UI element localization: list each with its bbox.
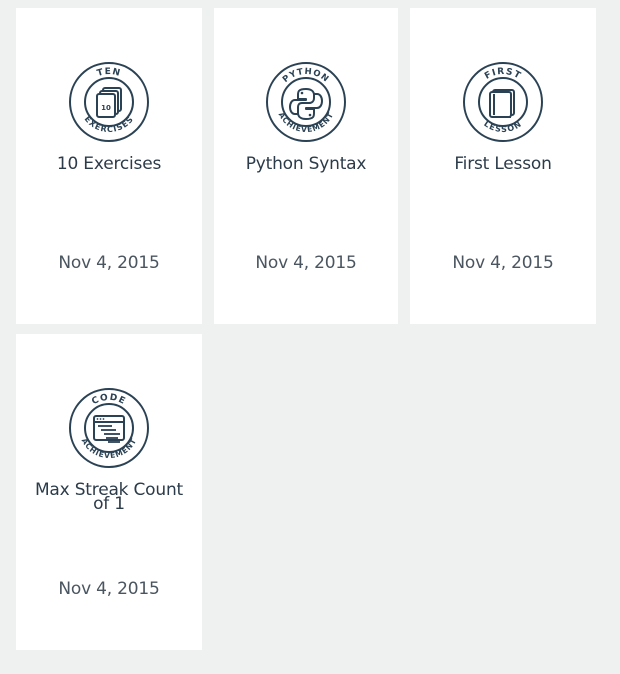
- badge-card[interactable]: PYTHON ACHIEVEMENT Python Syntax Nov 4, …: [214, 8, 398, 324]
- svg-text:PYTHON: PYTHON: [281, 67, 331, 85]
- svg-text:LESSON: LESSON: [482, 119, 524, 134]
- badge-date: Nov 4, 2015: [255, 253, 357, 273]
- badge-date: Nov 4, 2015: [452, 253, 554, 273]
- ten-exercises-badge-icon: TEN EXERCISES 10: [68, 61, 150, 143]
- badge-title: First Lesson: [454, 154, 552, 174]
- badge-title: Max Streak Count of 1: [34, 480, 184, 514]
- first-lesson-badge-icon: FIRST LESSON: [462, 61, 544, 143]
- badge-top-label: PYTHON: [281, 67, 330, 85]
- badge-card[interactable]: TEN EXERCISES 10 10 Exercises Nov 4, 201…: [16, 8, 202, 324]
- badge-top-label: FIRST: [483, 67, 522, 82]
- python-achievement-badge-icon: PYTHON ACHIEVEMENT: [265, 61, 347, 143]
- badge-date: Nov 4, 2015: [58, 579, 160, 599]
- svg-text:FIRST: FIRST: [483, 67, 523, 82]
- badge-title: Python Syntax: [245, 154, 367, 174]
- badge-card[interactable]: FIRST LESSON First Lesson Nov 4, 2015: [410, 8, 596, 324]
- code-achievement-badge-icon: CODE ACHIEVEMENT: [68, 387, 150, 469]
- badge-title: 10 Exercises: [56, 154, 162, 174]
- badge-bottom-label: LESSON: [482, 119, 522, 134]
- badge-card[interactable]: CODE ACHIEVEMENT Max Streak Count of 1 N…: [16, 334, 202, 650]
- badge-date: Nov 4, 2015: [58, 253, 160, 273]
- badges-grid: TEN EXERCISES 10 10 Exercises Nov 4, 201…: [0, 0, 620, 674]
- badge-inner-label: 10: [101, 104, 111, 112]
